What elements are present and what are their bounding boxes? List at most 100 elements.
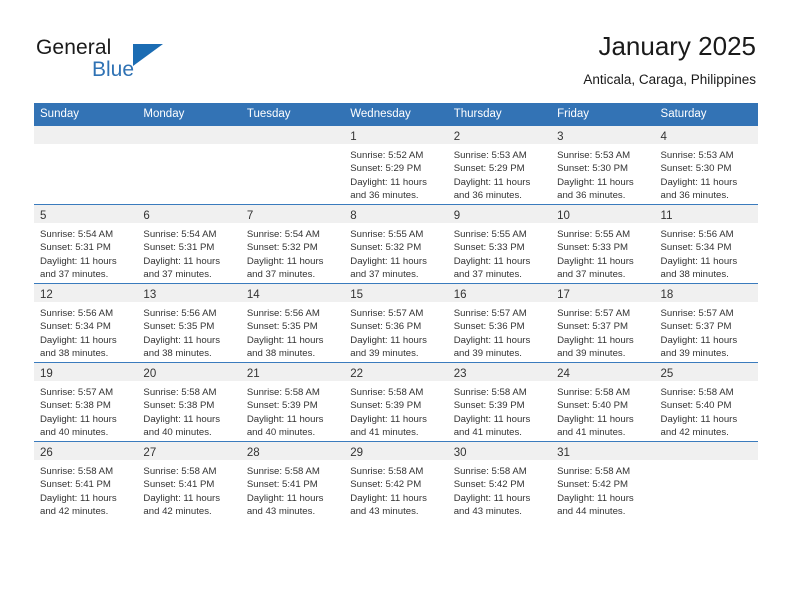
day-number: 31	[557, 447, 570, 459]
daylight-text-line2: and 37 minutes.	[40, 269, 109, 281]
day-info: Sunrise: 5:58 AM Sunset: 5:40 PM Daylight:…	[655, 381, 758, 440]
day-number-band: 7	[240, 205, 345, 223]
calendar-day-cell[interactable]: 30 Sunrise: 5:58 AM Sunset: 5:42 PM Dayligh…	[447, 441, 552, 520]
sunrise-text: Sunrise: 5:58 AM	[40, 466, 114, 477]
sunrise-text: Sunrise: 5:56 AM	[660, 229, 734, 240]
day-cell-content: 1 Sunrise: 5:52 AM Sunset: 5:29 PM Daylight…	[344, 126, 448, 204]
calendar-day-cell[interactable]: 5 Sunrise: 5:54 AM Sunset: 5:31 PM Daylight…	[34, 204, 138, 284]
day-number: 11	[660, 210, 673, 222]
sunset-text: Sunset: 5:41 PM	[40, 479, 111, 491]
calendar-day-cell[interactable]: 31 Sunrise: 5:58 AM Sunset: 5:42 PM Dayligh…	[551, 441, 655, 520]
calendar-day-cell[interactable]: 16 Sunrise: 5:57 AM Sunset: 5:36 PM Dayligh…	[447, 283, 552, 363]
sunset-text: Sunset: 5:36 PM	[453, 321, 525, 333]
day-info: Sunrise: 5:54 AM Sunset: 5:32 PM Daylight:…	[241, 223, 344, 282]
day-cell-content	[34, 126, 138, 204]
daylight-text-line2: and 42 minutes.	[40, 506, 109, 518]
day-cell-content: 13 Sunrise: 5:56 AM Sunset: 5:35 PM Dayligh…	[137, 284, 241, 362]
day-info: Sunrise: 5:57 AM Sunset: 5:36 PM Daylight:…	[344, 302, 447, 361]
calendar-week-row: 12 Sunrise: 5:56 AM Sunset: 5:34 PM Dayligh…	[34, 283, 758, 363]
calendar-day-cell[interactable]: 24 Sunrise: 5:58 AM Sunset: 5:40 PM Dayligh…	[551, 362, 655, 442]
day-number: 19	[40, 368, 53, 380]
day-number-band: 22	[344, 363, 448, 381]
calendar-day-cell[interactable]: 22 Sunrise: 5:58 AM Sunset: 5:39 PM Dayligh…	[344, 362, 448, 442]
day-number: 2	[453, 131, 461, 143]
sunset-text: Sunset: 5:29 PM	[350, 163, 422, 175]
daylight-text-line1: Daylight: 11 hours	[350, 334, 427, 346]
daylight-text-line1: Daylight: 11 hours	[246, 334, 324, 346]
sunrise-text: Sunrise: 5:55 AM	[453, 229, 527, 240]
calendar-day-cell[interactable]: 26 Sunrise: 5:58 AM Sunset: 5:41 PM Dayligh…	[34, 441, 138, 520]
calendar-day-cell[interactable]: 20 Sunrise: 5:58 AM Sunset: 5:38 PM Dayligh…	[137, 362, 241, 442]
calendar-day-cell-empty	[654, 441, 758, 520]
calendar-table: Sunday Monday Tuesday Wednesday Thursday…	[34, 103, 758, 520]
calendar-day-cell[interactable]: 15 Sunrise: 5:57 AM Sunset: 5:36 PM Dayligh…	[344, 283, 448, 363]
daylight-text-line1: Daylight: 11 hours	[350, 176, 427, 188]
calendar-day-cell[interactable]: 7 Sunrise: 5:54 AM Sunset: 5:32 PM Daylight…	[240, 204, 345, 284]
daylight-text-line1: Daylight: 11 hours	[660, 255, 738, 267]
sunrise-text: Sunrise: 5:58 AM	[143, 466, 217, 477]
sunset-text: Sunset: 5:37 PM	[660, 321, 732, 333]
calendar-week-row: 1 Sunrise: 5:52 AM Sunset: 5:29 PM Daylight…	[34, 126, 758, 205]
calendar-day-cell[interactable]: 13 Sunrise: 5:56 AM Sunset: 5:35 PM Dayligh…	[137, 283, 241, 363]
day-cell-content: 25 Sunrise: 5:58 AM Sunset: 5:40 PM Dayligh…	[654, 363, 758, 441]
daylight-text-line1: Daylight: 11 hours	[350, 492, 427, 504]
calendar-day-cell[interactable]: 18 Sunrise: 5:57 AM Sunset: 5:37 PM Dayligh…	[654, 283, 758, 363]
calendar-day-cell[interactable]: 4 Sunrise: 5:53 AM Sunset: 5:30 PM Daylight…	[654, 126, 758, 205]
calendar-day-cell[interactable]: 17 Sunrise: 5:57 AM Sunset: 5:37 PM Dayligh…	[551, 283, 655, 363]
day-info: Sunrise: 5:58 AM Sunset: 5:41 PM Daylight:…	[137, 460, 240, 519]
day-number: 16	[453, 289, 467, 301]
day-info: Sunrise: 5:58 AM Sunset: 5:39 PM Daylight:…	[344, 381, 447, 440]
calendar-day-cell[interactable]: 9 Sunrise: 5:55 AM Sunset: 5:33 PM Daylight…	[447, 204, 552, 284]
calendar-day-cell[interactable]: 2 Sunrise: 5:53 AM Sunset: 5:29 PM Daylight…	[447, 126, 552, 205]
sunrise-text: Sunrise: 5:58 AM	[246, 466, 320, 477]
day-info: Sunrise: 5:53 AM Sunset: 5:30 PM Daylight:…	[551, 144, 654, 203]
daylight-text-line2: and 37 minutes.	[143, 269, 212, 281]
weekday-header-wednesday: Wednesday	[344, 103, 448, 126]
day-number-band: 31	[551, 442, 655, 460]
day-number: 20	[143, 368, 157, 380]
calendar-day-cell[interactable]: 6 Sunrise: 5:54 AM Sunset: 5:31 PM Daylight…	[137, 204, 241, 284]
day-cell-content: 28 Sunrise: 5:58 AM Sunset: 5:41 PM Dayligh…	[240, 442, 345, 520]
day-info: Sunrise: 5:55 AM Sunset: 5:33 PM Daylight:…	[448, 223, 551, 282]
calendar-day-cell[interactable]: 23 Sunrise: 5:58 AM Sunset: 5:39 PM Dayligh…	[447, 362, 552, 442]
weekday-header-row: Sunday Monday Tuesday Wednesday Thursday…	[34, 103, 758, 126]
day-number-band: 16	[447, 284, 552, 302]
day-cell-content: 11 Sunrise: 5:56 AM Sunset: 5:34 PM Dayligh…	[654, 205, 758, 283]
day-number: 5	[40, 210, 47, 222]
day-number: 8	[350, 210, 357, 222]
sunrise-text: Sunrise: 5:52 AM	[350, 150, 424, 161]
day-info: Sunrise: 5:58 AM Sunset: 5:42 PM Daylight:…	[551, 460, 654, 519]
calendar-day-cell[interactable]: 12 Sunrise: 5:56 AM Sunset: 5:34 PM Dayligh…	[34, 283, 138, 363]
calendar-day-cell[interactable]: 27 Sunrise: 5:58 AM Sunset: 5:41 PM Dayligh…	[137, 441, 241, 520]
daylight-text-line1: Daylight: 11 hours	[453, 492, 531, 504]
day-cell-content	[240, 126, 345, 204]
calendar-day-cell[interactable]: 28 Sunrise: 5:58 AM Sunset: 5:41 PM Dayligh…	[240, 441, 345, 520]
calendar-day-cell[interactable]: 14 Sunrise: 5:56 AM Sunset: 5:35 PM Dayligh…	[240, 283, 345, 363]
calendar-day-cell[interactable]: 11 Sunrise: 5:56 AM Sunset: 5:34 PM Dayligh…	[654, 204, 758, 284]
calendar-day-cell[interactable]: 19 Sunrise: 5:57 AM Sunset: 5:38 PM Dayligh…	[34, 362, 138, 442]
sunset-text: Sunset: 5:39 PM	[350, 400, 422, 412]
day-info: Sunrise: 5:53 AM Sunset: 5:29 PM Daylight:…	[448, 144, 551, 203]
sunset-text: Sunset: 5:34 PM	[660, 242, 732, 254]
day-number-band: 8	[344, 205, 448, 223]
calendar-day-cell[interactable]: 29 Sunrise: 5:58 AM Sunset: 5:42 PM Dayligh…	[344, 441, 448, 520]
sunset-text: Sunset: 5:33 PM	[453, 242, 525, 254]
calendar-day-cell[interactable]: 8 Sunrise: 5:55 AM Sunset: 5:32 PM Daylight…	[344, 204, 448, 284]
calendar-day-cell[interactable]: 10 Sunrise: 5:55 AM Sunset: 5:33 PM Dayligh…	[551, 204, 655, 284]
daylight-text-line1: Daylight: 11 hours	[453, 255, 531, 267]
sunset-text: Sunset: 5:39 PM	[453, 400, 525, 412]
calendar-day-cell[interactable]: 3 Sunrise: 5:53 AM Sunset: 5:30 PM Daylight…	[551, 126, 655, 205]
daylight-text-line2: and 41 minutes.	[350, 427, 419, 439]
sunrise-text: Sunrise: 5:57 AM	[453, 308, 527, 319]
sunset-text: Sunset: 5:32 PM	[246, 242, 318, 254]
calendar-day-cell[interactable]: 25 Sunrise: 5:58 AM Sunset: 5:40 PM Dayligh…	[654, 362, 758, 442]
day-number: 13	[143, 289, 157, 301]
calendar-day-cell[interactable]: 21 Sunrise: 5:58 AM Sunset: 5:39 PM Dayligh…	[240, 362, 345, 442]
day-number-band	[34, 126, 138, 144]
day-info: Sunrise: 5:58 AM Sunset: 5:42 PM Daylight:…	[448, 460, 551, 519]
daylight-text-line1: Daylight: 11 hours	[40, 413, 117, 425]
day-number-band	[654, 442, 758, 460]
sunrise-text: Sunrise: 5:56 AM	[246, 308, 320, 319]
calendar-day-cell[interactable]: 1 Sunrise: 5:52 AM Sunset: 5:29 PM Daylight…	[344, 126, 448, 205]
day-info: Sunrise: 5:55 AM Sunset: 5:32 PM Daylight:…	[344, 223, 447, 282]
